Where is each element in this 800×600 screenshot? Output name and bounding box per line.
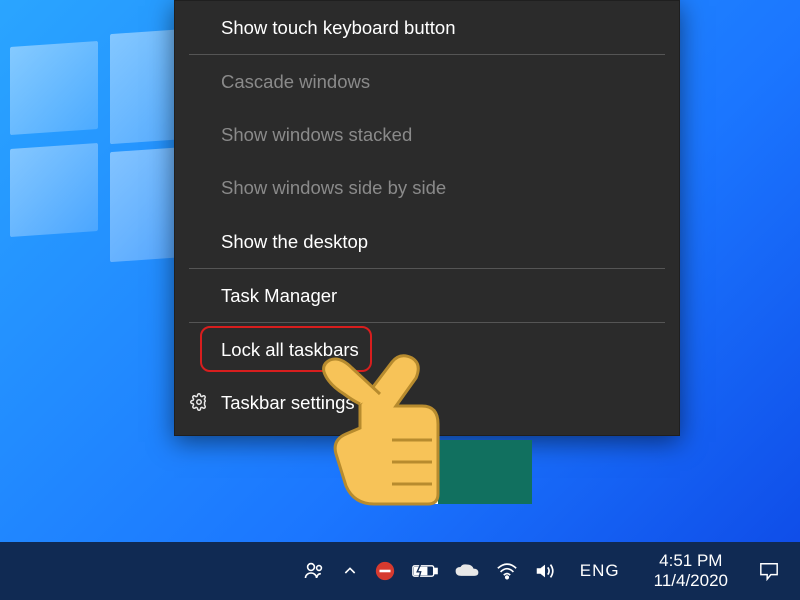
menu-item-label: Show windows stacked [221, 123, 412, 146]
menu-item-label: Show the desktop [221, 230, 368, 253]
language-indicator[interactable]: ENG [580, 561, 620, 581]
taskbar: ENG 4:51 PM 11/4/2020 [0, 542, 800, 600]
chevron-up-icon[interactable] [342, 563, 358, 579]
menu-item-label: Task Manager [221, 284, 337, 307]
action-center-icon[interactable] [754, 558, 784, 584]
menu-item-show-windows-side-by-side: Show windows side by side [175, 161, 679, 214]
clock-time: 4:51 PM [659, 551, 722, 571]
menu-item-show-touch-keyboard[interactable]: Show touch keyboard button [175, 1, 679, 54]
menu-item-lock-all-taskbars[interactable]: Lock all taskbars [175, 323, 679, 376]
people-icon[interactable] [302, 559, 326, 583]
menu-item-label: Taskbar settings [221, 391, 355, 414]
wifi-icon[interactable] [496, 561, 518, 581]
volume-icon[interactable] [534, 561, 556, 581]
menu-item-show-desktop[interactable]: Show the desktop [175, 215, 679, 268]
menu-item-label: Cascade windows [221, 70, 370, 93]
desktop: Show touch keyboard button Cascade windo… [0, 0, 800, 600]
clock-date: 11/4/2020 [654, 571, 728, 591]
system-tray: ENG 4:51 PM 11/4/2020 [302, 551, 794, 592]
onedrive-icon[interactable] [454, 562, 480, 580]
blocked-icon[interactable] [374, 560, 396, 582]
menu-item-show-windows-stacked: Show windows stacked [175, 108, 679, 161]
gear-icon [189, 392, 209, 412]
clock[interactable]: 4:51 PM 11/4/2020 [654, 551, 728, 592]
menu-item-label: Show touch keyboard button [221, 16, 456, 39]
menu-item-cascade-windows: Cascade windows [175, 55, 679, 108]
menu-item-taskbar-settings[interactable]: Taskbar settings [175, 376, 679, 429]
taskbar-context-menu: Show touch keyboard button Cascade windo… [174, 0, 680, 436]
menu-item-label: Lock all taskbars [221, 338, 359, 361]
menu-item-task-manager[interactable]: Task Manager [175, 269, 679, 322]
menu-item-label: Show windows side by side [221, 176, 446, 199]
battery-icon[interactable] [412, 562, 438, 580]
